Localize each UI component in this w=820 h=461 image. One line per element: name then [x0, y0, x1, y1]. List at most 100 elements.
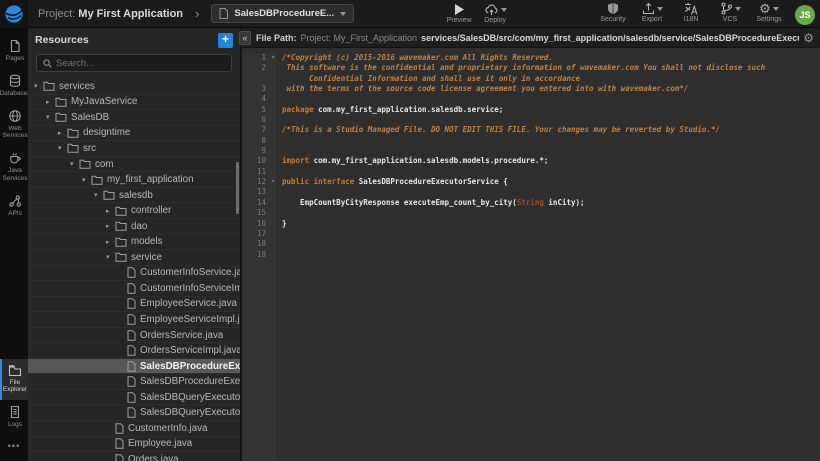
chevron-down-icon [773, 7, 779, 11]
tree-folder-row[interactable]: ▸dao [28, 219, 240, 235]
chevron-right-icon[interactable]: ▸ [106, 222, 115, 230]
tree-folder-row[interactable]: ▸models [28, 234, 240, 250]
user-avatar[interactable]: JS [795, 5, 815, 25]
tree-folder-row[interactable]: ▾my_first_application [28, 172, 240, 188]
vcs-branch-icon [720, 2, 733, 15]
wavemaker-logo[interactable] [0, 0, 28, 28]
i18n-translate-icon [684, 2, 698, 15]
chevron-down-icon[interactable]: ▾ [46, 113, 55, 121]
sidebar-item-web-services[interactable]: Web Services [0, 104, 28, 147]
preview-label: Preview [447, 17, 472, 24]
vcs-label: VCS [723, 16, 737, 23]
tree-folder-row[interactable]: ▾SalesDB [28, 110, 240, 126]
sidebar-item-label: Databases [0, 90, 31, 98]
preview-button[interactable]: Preview [446, 3, 472, 24]
tree-folder-row[interactable]: ▾src [28, 141, 240, 157]
tree-file-row[interactable]: SalesDBQueryExecutorService.java [28, 390, 240, 406]
tree-folder-row[interactable]: ▸controller [28, 203, 240, 219]
sidebar-item-java-services[interactable]: Java Services [0, 146, 28, 189]
file-icon [127, 392, 136, 403]
i18n-label: I18N [684, 16, 699, 23]
chevron-down-icon[interactable]: ▾ [70, 160, 79, 168]
file-icon [127, 267, 136, 278]
chevron-down-icon[interactable]: ▾ [58, 144, 67, 152]
line-number: 1▾ [242, 53, 276, 63]
export-button[interactable]: Export [639, 2, 665, 23]
tree-folder-row[interactable]: ▸designtime [28, 126, 240, 142]
security-label: Security [600, 16, 625, 23]
chevron-down-icon[interactable]: ▾ [34, 82, 43, 90]
line-number: 3 [242, 84, 276, 94]
editor-gear-icon[interactable]: ⚙ [803, 31, 814, 45]
vcs-button[interactable]: VCS [717, 2, 743, 23]
tree-file-row[interactable]: SalesDBQueryExecutorServiceImpl.java [28, 405, 240, 421]
chevron-right-icon[interactable]: ▸ [106, 207, 115, 215]
tree-folder-row[interactable]: ▸MyJavaService [28, 95, 240, 111]
tree-file-row[interactable]: SalesDBProcedureExecutorServiceImpl.java [28, 374, 240, 390]
gutter: 1▾23456789101112▾13141516171819 [242, 53, 276, 461]
pages-icon [8, 39, 22, 53]
chevron-down-icon[interactable]: ▾ [82, 176, 91, 184]
code-line: } [282, 219, 820, 229]
file-icon [127, 407, 136, 418]
export-label: Export [642, 16, 662, 23]
line-number: 14 [242, 198, 276, 208]
tree-file-row[interactable]: EmployeeService.java [28, 297, 240, 313]
sidebar-item-logs[interactable]: Logs [0, 400, 28, 435]
gear-icon: ⚙ [759, 2, 771, 15]
sidebar-item-databases[interactable]: Databases [0, 69, 28, 104]
code-line [282, 94, 820, 104]
tree-file-row[interactable]: OrdersService.java [28, 328, 240, 344]
tree-file-row[interactable]: CustomerInfo.java [28, 421, 240, 437]
add-resource-button[interactable]: + [218, 33, 233, 48]
open-file-selector[interactable]: SalesDBProcedureE... [211, 4, 354, 23]
tree-file-row[interactable]: SalesDBProcedureExecutorService.java [28, 359, 240, 375]
chevron-down-icon[interactable]: ▾ [106, 253, 115, 261]
tree-file-row[interactable]: OrdersServiceImpl.java [28, 343, 240, 359]
collapse-panel-button[interactable]: « [239, 31, 251, 45]
code-token-comment: with the terms of the source code licens… [282, 84, 688, 93]
tree-folder-row[interactable]: ▾services [28, 79, 240, 95]
tree-folder-row[interactable]: ▾ service [28, 250, 240, 266]
fold-toggle-icon[interactable]: ▾ [271, 53, 275, 63]
chevron-right-icon[interactable]: ▸ [58, 129, 67, 137]
chevron-right-icon[interactable]: ▸ [106, 238, 115, 246]
tree-file-row[interactable]: Employee.java [28, 437, 240, 453]
file-icon [115, 454, 124, 461]
search-input[interactable] [56, 58, 225, 69]
java-services-icon [8, 151, 22, 165]
sidebar-item-pages[interactable]: Pages [0, 34, 28, 69]
code-line [282, 239, 820, 249]
i18n-button[interactable]: I18N [678, 2, 704, 23]
tree-item-label: OrdersService.java [140, 330, 223, 341]
tree-folder-row[interactable]: ▾salesdb [28, 188, 240, 204]
line-number: 11 [242, 167, 276, 177]
deploy-button[interactable]: Deploy [482, 3, 508, 24]
tree-item-label: service [131, 252, 162, 263]
chevron-right-icon[interactable]: ▸ [46, 98, 55, 106]
settings-button[interactable]: ⚙ Settings [756, 2, 782, 23]
tree-item-label: CustomerInfo.java [128, 423, 208, 434]
code-line: with the terms of the source code licens… [282, 84, 820, 94]
editor-pane: File Path: Project: My_First_Application… [242, 28, 820, 461]
code-editor[interactable]: 1▾23456789101112▾13141516171819 /*Copyri… [242, 48, 820, 461]
code-line: public interface SalesDBProcedureExecuto… [282, 177, 820, 187]
sidebar-item-apis[interactable]: APIs [0, 189, 28, 224]
fold-toggle-icon[interactable]: ▾ [271, 177, 275, 187]
code-token-comment: Confidential Information and shall use i… [282, 74, 580, 83]
code-token-comment: This software is the confidential and pr… [282, 63, 765, 72]
tree-file-row[interactable]: CustomerInfoService.java [28, 266, 240, 282]
security-button[interactable]: Security [600, 2, 626, 23]
tree-scrollbar[interactable] [236, 162, 239, 214]
code-token-plain: inCity); [544, 198, 585, 207]
tree-file-row[interactable]: EmployeeServiceImpl.java [28, 312, 240, 328]
sidebar-item-file-explorer[interactable]: File Explorer [0, 359, 28, 401]
chevron-down-icon [340, 12, 346, 16]
chevron-down-icon[interactable]: ▾ [94, 191, 103, 199]
more-button[interactable]: ••• [0, 435, 28, 461]
line-number: 5 [242, 105, 276, 115]
tree-folder-row[interactable]: ▾com [28, 157, 240, 173]
tree-file-row[interactable]: CustomerInfoServiceImpl.java [28, 281, 240, 297]
code-content[interactable]: /*Copyright (c) 2015-2016 wavemaker.com … [276, 53, 820, 461]
tree-file-row[interactable]: Orders.java [28, 452, 240, 461]
